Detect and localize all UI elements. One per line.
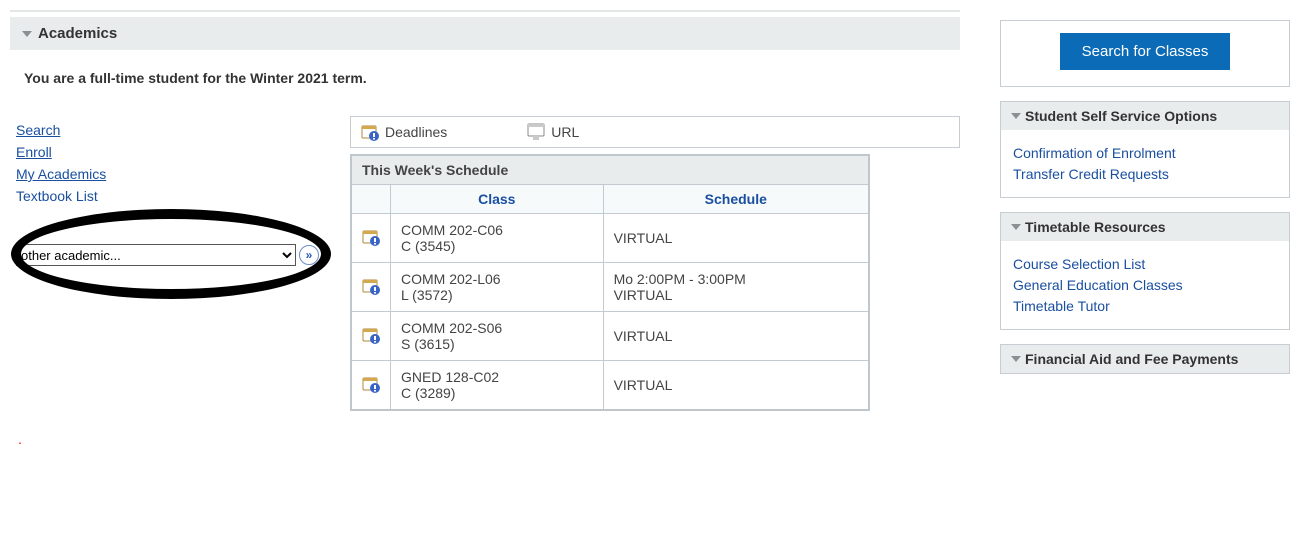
legend-bar: Deadlines URL	[350, 116, 960, 148]
academics-title: Academics	[38, 25, 117, 42]
link-general-education[interactable]: General Education Classes	[1013, 277, 1277, 293]
academics-section-header[interactable]: Academics	[10, 17, 960, 50]
schedule-cell: VIRTUAL	[603, 214, 869, 263]
search-classes-panel: Search for Classes	[1000, 20, 1290, 87]
go-button[interactable]: »	[299, 245, 319, 265]
status-message: You are a full-time student for the Wint…	[10, 70, 960, 86]
timetable-panel: Timetable Resources Course Selection Lis…	[1000, 212, 1290, 330]
red-dot: .	[18, 431, 960, 447]
link-course-selection-list[interactable]: Course Selection List	[1013, 256, 1277, 272]
schedule-cell: VIRTUAL	[603, 312, 869, 361]
url-icon	[527, 123, 545, 141]
calendar-deadline-icon[interactable]	[362, 326, 380, 344]
schedule-title: This Week's Schedule	[351, 155, 869, 185]
self-service-title: Student Self Service Options	[1025, 108, 1217, 124]
class-cell: GNED 128-C02C (3289)	[391, 361, 604, 411]
link-transfer-credit[interactable]: Transfer Credit Requests	[1013, 166, 1277, 182]
self-service-panel: Student Self Service Options Confirmatio…	[1000, 101, 1290, 198]
schedule-cell: VIRTUAL	[603, 361, 869, 411]
chevron-down-icon	[1011, 219, 1021, 235]
col-header-class: Class	[391, 185, 604, 214]
link-timetable-tutor[interactable]: Timetable Tutor	[1013, 298, 1277, 314]
link-search[interactable]: Search	[16, 122, 330, 138]
table-row: COMM 202-L06L (3572) Mo 2:00PM - 3:00PM …	[351, 263, 869, 312]
search-for-classes-button[interactable]: Search for Classes	[1060, 33, 1231, 70]
self-service-panel-header[interactable]: Student Self Service Options	[1001, 102, 1289, 130]
table-row: GNED 128-C02C (3289) VIRTUAL	[351, 361, 869, 411]
legend-deadlines-label: Deadlines	[385, 124, 447, 140]
timetable-title: Timetable Resources	[1025, 219, 1166, 235]
chevron-down-icon	[1011, 351, 1021, 367]
table-row: COMM 202-S06S (3615) VIRTUAL	[351, 312, 869, 361]
legend-url-label: URL	[551, 124, 579, 140]
calendar-deadline-icon[interactable]	[362, 277, 380, 295]
link-my-academics[interactable]: My Academics	[16, 166, 330, 182]
calendar-deadline-icon	[361, 123, 379, 141]
calendar-deadline-icon[interactable]	[362, 228, 380, 246]
table-row: COMM 202-C06C (3545) VIRTUAL	[351, 214, 869, 263]
link-textbook-list[interactable]: Textbook List	[16, 188, 330, 204]
calendar-deadline-icon[interactable]	[362, 375, 380, 393]
other-academic-select[interactable]: other academic...	[16, 244, 296, 266]
link-enroll[interactable]: Enroll	[16, 144, 330, 160]
finaid-panel: Financial Aid and Fee Payments	[1000, 344, 1290, 374]
class-cell: COMM 202-S06S (3615)	[391, 312, 604, 361]
class-cell: COMM 202-L06L (3572)	[391, 263, 604, 312]
top-divider	[10, 10, 960, 12]
col-header-schedule: Schedule	[603, 185, 869, 214]
schedule-table: This Week's Schedule Class Schedule COMM…	[350, 154, 870, 411]
class-cell: COMM 202-C06C (3545)	[391, 214, 604, 263]
finaid-title: Financial Aid and Fee Payments	[1025, 351, 1238, 367]
chevrons-right-icon: »	[306, 248, 313, 262]
timetable-panel-header[interactable]: Timetable Resources	[1001, 213, 1289, 241]
link-confirmation-enrolment[interactable]: Confirmation of Enrolment	[1013, 145, 1277, 161]
chevron-down-icon	[22, 26, 32, 42]
chevron-down-icon	[1011, 108, 1021, 124]
finaid-panel-header[interactable]: Financial Aid and Fee Payments	[1001, 345, 1289, 373]
schedule-cell: Mo 2:00PM - 3:00PM VIRTUAL	[603, 263, 869, 312]
